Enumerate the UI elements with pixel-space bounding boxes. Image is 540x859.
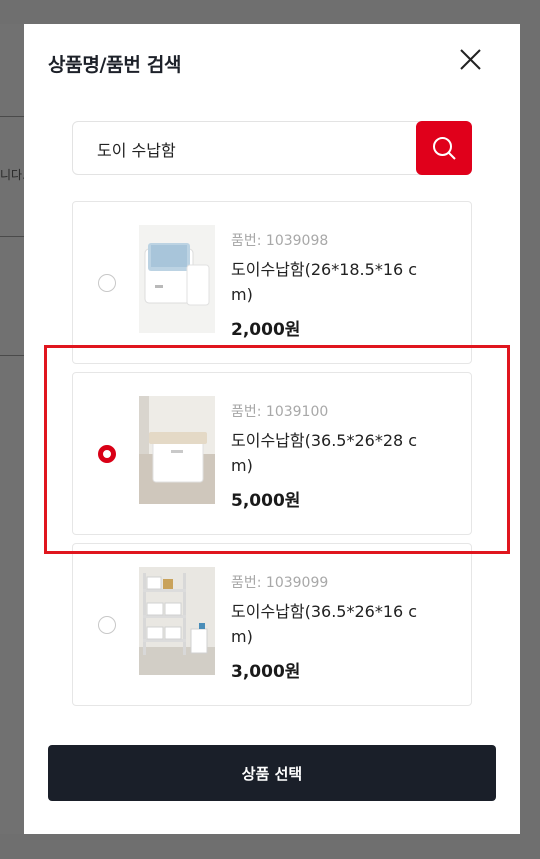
close-icon [460, 49, 481, 70]
product-thumbnail [139, 396, 215, 504]
background-left-strip [0, 24, 24, 834]
product-search-modal: 상품명/품번 검색 품번: 1039098 도이수납함(2 [24, 24, 520, 834]
search-input[interactable] [97, 136, 397, 162]
product-code: 품번: 1039098 [231, 233, 329, 249]
product-radio[interactable] [98, 274, 116, 292]
product-name: 도이수납함(36.5*26*16 c m) [231, 602, 418, 646]
product-item[interactable]: 품번: 1039099 도이수납함(36.5*26*16 c m) 3,000원 [72, 543, 472, 706]
product-item[interactable]: 품번: 1039100 도이수납함(36.5*26*28 c m) 5,000원 [72, 372, 472, 535]
product-radio[interactable] [98, 445, 116, 463]
product-price: 5,000원 [231, 491, 301, 511]
close-button[interactable] [454, 44, 486, 76]
select-product-button[interactable]: 상품 선택 [48, 745, 496, 801]
product-thumbnail [139, 225, 215, 333]
product-radio[interactable] [98, 616, 116, 634]
background-text: 니다. [0, 168, 26, 182]
divider [0, 236, 24, 237]
modal-title: 상품명/품번 검색 [48, 54, 182, 76]
divider [0, 116, 24, 117]
product-price: 3,000원 [231, 662, 301, 682]
product-code: 품번: 1039099 [231, 575, 329, 591]
product-name: 도이수납함(36.5*26*28 c m) [231, 431, 418, 475]
product-thumbnail [139, 567, 215, 675]
product-name: 도이수납함(26*18.5*16 c m) [231, 260, 418, 304]
search-icon [433, 137, 456, 160]
divider [0, 355, 24, 356]
search-field [72, 121, 472, 175]
product-item[interactable]: 품번: 1039098 도이수납함(26*18.5*16 c m) 2,000원 [72, 201, 472, 364]
search-button[interactable] [416, 121, 472, 175]
product-code: 품번: 1039100 [231, 404, 329, 420]
product-price: 2,000원 [231, 320, 301, 340]
